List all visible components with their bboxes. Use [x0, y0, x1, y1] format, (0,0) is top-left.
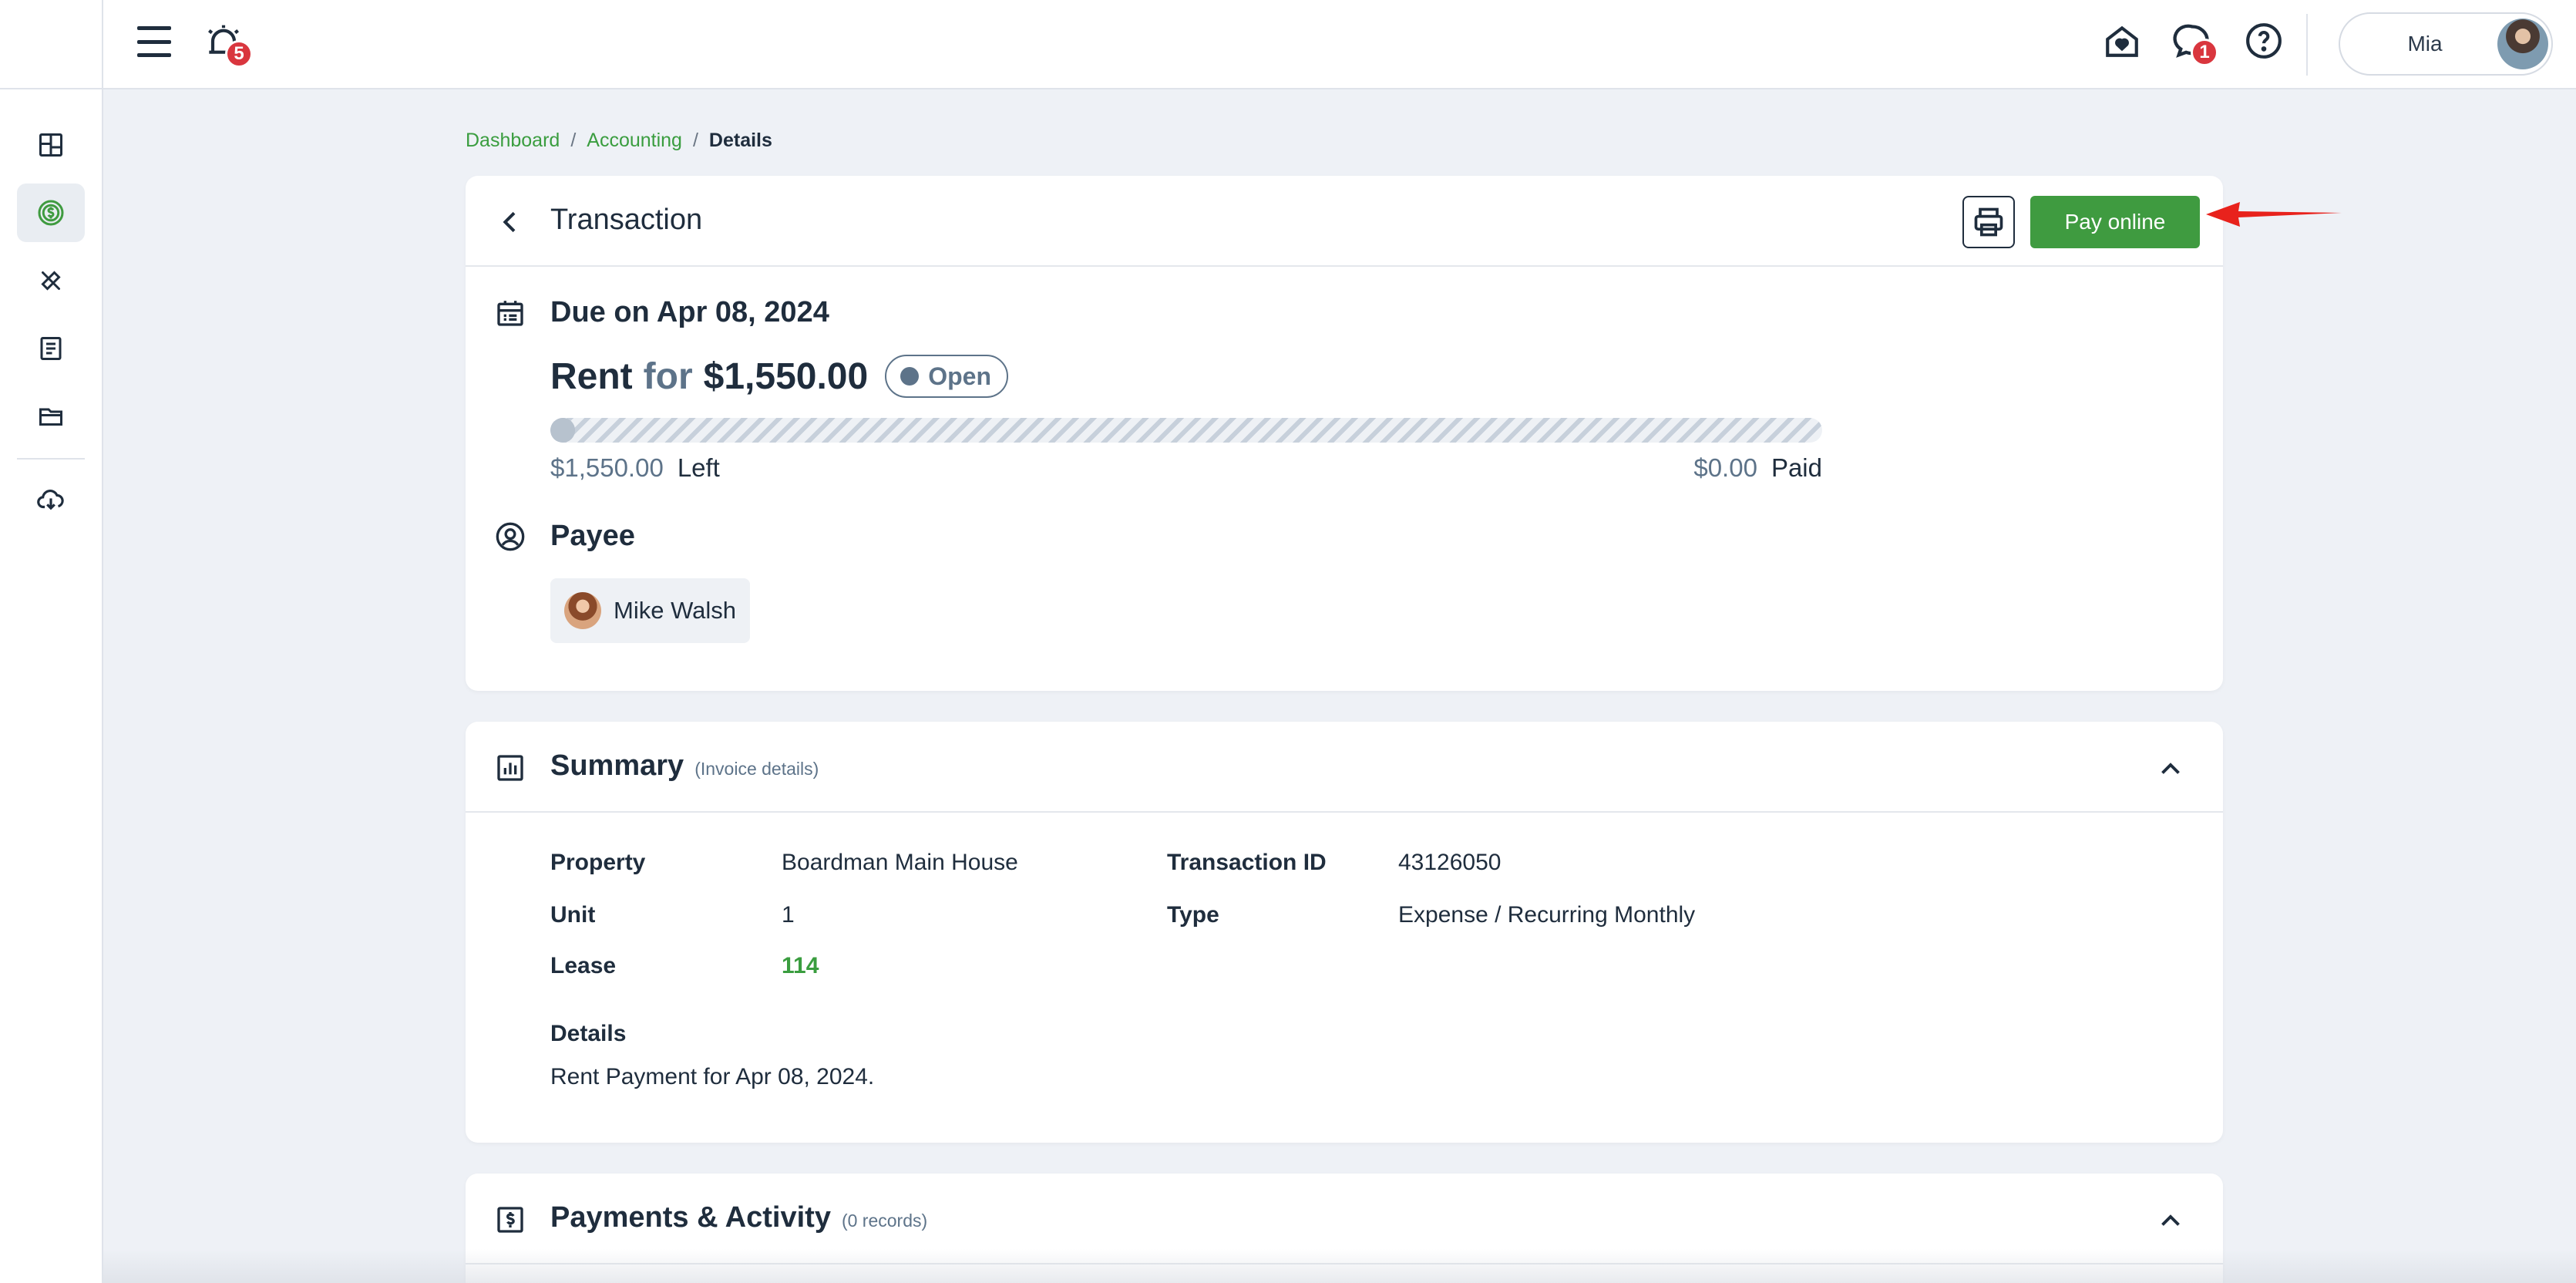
payments-collapse-button[interactable] — [2157, 1207, 2184, 1239]
notifications-button[interactable]: 5 — [202, 22, 253, 69]
transaction-id-value: 43126050 — [1398, 850, 1502, 875]
transaction-card: Transaction Pay online Due on Apr 08, 20… — [466, 176, 2223, 691]
breadcrumb-accounting-link[interactable]: Accounting — [587, 130, 682, 152]
chevron-up-icon — [2161, 1214, 2180, 1226]
payee-name: Mike Walsh — [614, 597, 737, 624]
summary-collapse-button[interactable] — [2157, 756, 2184, 787]
lease-label: Lease — [550, 953, 617, 978]
notifications-count-badge: 5 — [225, 40, 253, 68]
topbar-divider — [2306, 14, 2308, 76]
user-name: Mia — [2407, 32, 2443, 56]
type-label: Type — [1167, 902, 1219, 928]
amount-paid: $0.00 Paid — [1680, 453, 1822, 483]
payments-title: Payments & Activity — [550, 1201, 831, 1234]
sidebar-item-downloads[interactable] — [17, 470, 85, 529]
help-question-icon — [2246, 23, 2282, 59]
property-value: Boardman Main House — [782, 850, 1018, 875]
folder-icon — [39, 408, 62, 426]
messages-button[interactable]: 1 — [2172, 22, 2218, 66]
messages-count-badge: 1 — [2191, 39, 2218, 66]
back-button[interactable] — [495, 207, 526, 241]
chevron-up-icon — [2161, 763, 2180, 774]
tools-icon — [41, 271, 61, 291]
sidebar-item-documents[interactable] — [17, 319, 85, 378]
payment-progress-bar — [550, 418, 1822, 443]
amount-paid-label: Paid — [1771, 453, 1822, 482]
payments-heading: Payments & Activity (0 records) — [550, 1201, 927, 1234]
menu-toggle-button[interactable] — [137, 26, 171, 57]
printer-icon — [1974, 207, 2003, 237]
user-avatar — [2497, 19, 2548, 69]
due-date: Due on Apr 08, 2024 — [550, 296, 829, 328]
unit-value: 1 — [782, 902, 795, 928]
summary-subtitle: (Invoice details) — [694, 759, 819, 779]
summary-card: Summary (Invoice details) Property Board… — [466, 722, 2223, 1143]
page-title: Transaction — [550, 204, 703, 236]
dollar-icon — [38, 200, 64, 226]
breadcrumb-separator: / — [692, 130, 698, 151]
dashboard-icon — [39, 133, 62, 157]
user-menu-button[interactable]: Mia — [2339, 12, 2553, 76]
dollar-square-icon — [495, 1204, 526, 1239]
status-badge: Open — [885, 355, 1008, 398]
amount-paid-value: $0.00 — [1693, 453, 1757, 482]
sidebar-divider — [17, 458, 85, 460]
status-dot-icon — [900, 367, 920, 386]
breadcrumb: Dashboard / Accounting / Details — [466, 130, 772, 152]
transaction-amount: $1,550.00 — [703, 355, 869, 397]
annotation-arrow-icon — [2204, 197, 2343, 235]
hamburger-line — [137, 53, 171, 57]
payee-heading: Payee — [550, 520, 635, 552]
transaction-card-header — [466, 176, 2223, 267]
transaction-category: Rent — [550, 355, 633, 397]
details-label: Details — [550, 1021, 627, 1046]
payee-avatar — [564, 592, 601, 629]
download-cloud-icon — [37, 490, 64, 510]
bar-chart-icon — [495, 753, 526, 787]
type-value: Expense / Recurring Monthly — [1398, 902, 1696, 928]
user-circle-icon — [495, 521, 526, 556]
home-heart-icon — [2106, 25, 2138, 57]
for-word: for — [643, 355, 693, 397]
breadcrumb-separator: / — [570, 130, 577, 151]
summary-title: Summary — [550, 749, 684, 782]
hamburger-line — [137, 39, 171, 44]
sidebar-item-maintenance[interactable] — [17, 251, 85, 310]
payment-progress-knob — [550, 418, 575, 443]
chevron-left-icon — [503, 211, 516, 233]
breadcrumb-dashboard-link[interactable]: Dashboard — [466, 130, 560, 152]
details-value: Rent Payment for Apr 08, 2024. — [550, 1064, 875, 1089]
status-label: Open — [928, 362, 991, 390]
sidebar-item-dashboard[interactable] — [17, 116, 85, 174]
pay-online-button[interactable]: Pay online — [2030, 196, 2200, 248]
transaction-id-label: Transaction ID — [1167, 850, 1327, 875]
payments-subtitle: (0 records) — [841, 1211, 928, 1231]
breadcrumb-current: Details — [708, 130, 772, 151]
sidebar-item-files[interactable] — [17, 387, 85, 446]
properties-home-button[interactable] — [2103, 22, 2141, 64]
property-label: Property — [550, 850, 646, 875]
sidebar-logo-area — [0, 0, 102, 89]
sidebar — [0, 0, 103, 1283]
transaction-amount-line: Rent for $1,550.00 Open — [550, 355, 1008, 398]
amount-left-value: $1,550.00 — [550, 453, 664, 482]
bottom-fade — [103, 1249, 2576, 1283]
amount-left-label: Left — [677, 453, 720, 482]
unit-label: Unit — [550, 902, 596, 928]
sidebar-item-accounting[interactable] — [17, 184, 85, 242]
summary-heading: Summary (Invoice details) — [550, 749, 819, 783]
payee-chip[interactable]: Mike Walsh — [550, 578, 751, 643]
lease-link[interactable]: 114 — [782, 953, 819, 979]
calendar-icon — [495, 298, 526, 332]
amount-left: $1,550.00 Left — [550, 453, 720, 483]
document-icon — [40, 337, 62, 360]
print-button[interactable] — [1962, 196, 2015, 248]
hamburger-icon — [137, 26, 171, 30]
help-button[interactable] — [2245, 22, 2283, 64]
